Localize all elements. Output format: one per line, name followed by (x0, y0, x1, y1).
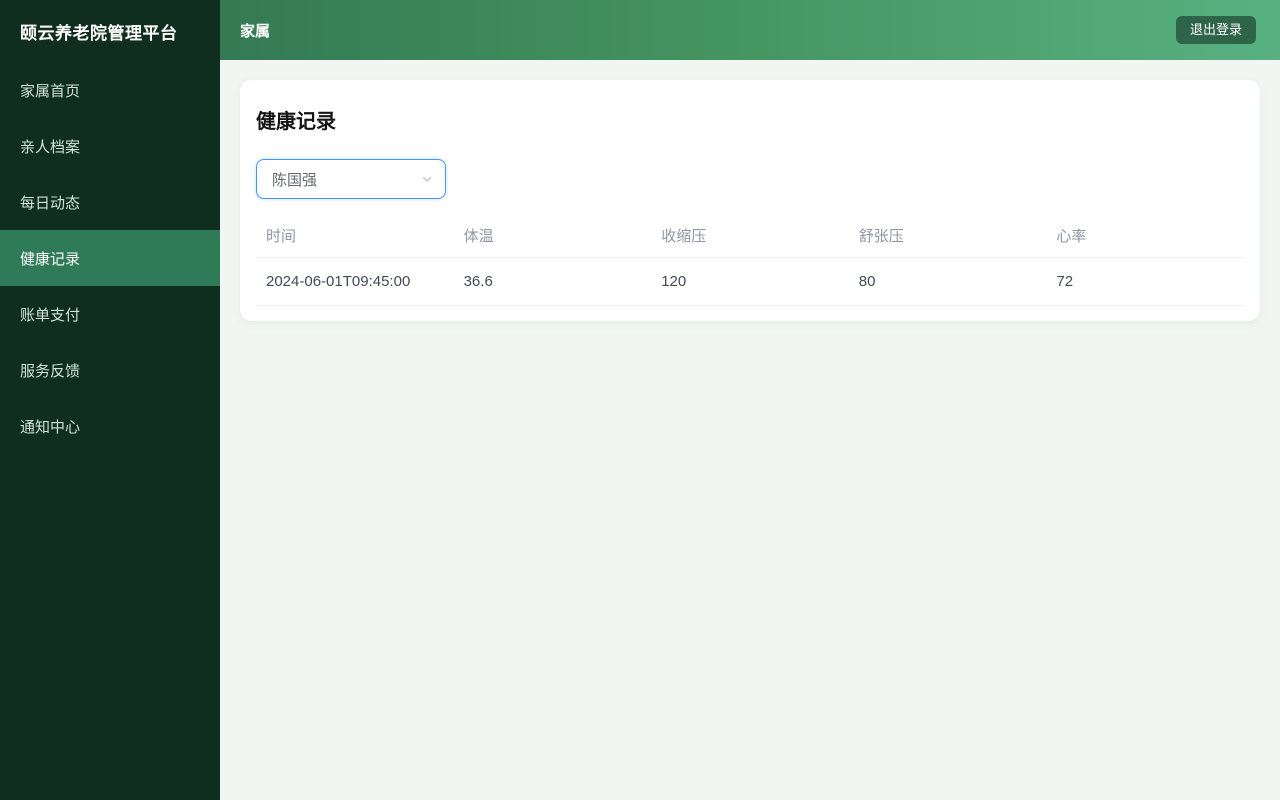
column-header-temperature: 体温 (453, 215, 652, 258)
column-header-systolic: 收缩压 (651, 215, 849, 258)
header-role-title: 家属 (240, 22, 271, 40)
content-area: 健康记录 陈国强 时间 体温 收缩压 舒张压 心率 2024-06-01T09:… (220, 60, 1280, 800)
resident-select-value: 陈国强 (272, 171, 318, 189)
sidebar-item-health-records[interactable]: 健康记录 (0, 230, 220, 286)
card-title: 健康记录 (256, 111, 336, 133)
app-logo-title: 颐云养老院管理平台 (20, 23, 178, 43)
sidebar-item-service-feedback[interactable]: 服务反馈 (0, 342, 220, 398)
sidebar-item-daily-updates[interactable]: 每日动态 (0, 174, 220, 230)
sidebar-item-notification-center[interactable]: 通知中心 (0, 398, 220, 454)
column-header-diastolic: 舒张压 (848, 215, 1047, 258)
resident-select[interactable]: 陈国强 (256, 159, 446, 199)
cell-diastolic: 80 (848, 257, 1047, 306)
chevron-down-icon (421, 173, 433, 185)
cell-time: 2024-06-01T09:45:00 (256, 257, 454, 306)
logout-button[interactable]: 退出登录 (1175, 16, 1256, 44)
cell-systolic: 120 (651, 257, 849, 306)
cell-temperature: 36.6 (453, 257, 652, 306)
column-header-heart-rate: 心率 (1046, 215, 1244, 258)
sidebar-item-family-home[interactable]: 家属首页 (0, 62, 220, 118)
table-row: 2024-06-01T09:45:00 36.6 120 80 72 (256, 257, 1244, 306)
sidebar: 颐云养老院管理平台 家属首页 亲人档案 每日动态 健康记录 账单支付 服务反馈 … (0, 0, 220, 800)
sidebar-item-bill-payment[interactable]: 账单支付 (0, 286, 220, 342)
health-records-table: 时间 体温 收缩压 舒张压 心率 2024-06-01T09:45:00 36.… (256, 215, 1244, 306)
cell-heart-rate: 72 (1046, 257, 1244, 306)
sidebar-menu: 家属首页 亲人档案 每日动态 健康记录 账单支付 服务反馈 通知中心 (0, 62, 220, 454)
table-header-row: 时间 体温 收缩压 舒张压 心率 (256, 215, 1244, 258)
sidebar-item-relative-profile[interactable]: 亲人档案 (0, 118, 220, 174)
top-header-bar: 家属 退出登录 (220, 0, 1280, 60)
column-header-time: 时间 (256, 215, 454, 258)
health-records-card: 健康记录 陈国强 时间 体温 收缩压 舒张压 心率 2024-06-01T09:… (240, 80, 1260, 321)
main-column: 家属 退出登录 健康记录 陈国强 时间 体温 收缩压 舒张压 心率 2024-0… (220, 0, 1280, 800)
app-root: 颐云养老院管理平台 家属首页 亲人档案 每日动态 健康记录 账单支付 服务反馈 … (0, 0, 1280, 800)
